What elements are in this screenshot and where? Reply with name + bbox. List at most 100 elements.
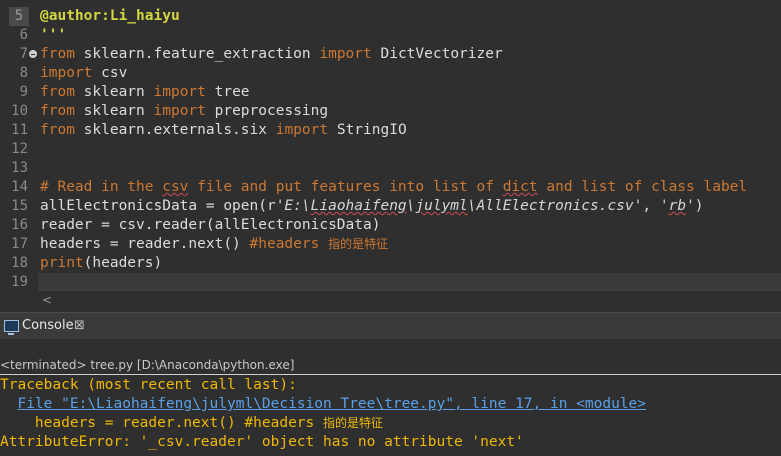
code-token: dict xyxy=(502,179,538,195)
code-token: rb xyxy=(668,198,687,214)
code-token: from xyxy=(40,46,75,62)
code-token: ) xyxy=(694,198,704,214)
horizontal-scrollbar[interactable]: < xyxy=(38,290,781,309)
code-token: file and put features into list of xyxy=(188,179,503,195)
code-line[interactable]: 19 xyxy=(0,273,781,290)
scroll-left-icon[interactable]: < xyxy=(42,291,52,309)
code-text: print(headers) xyxy=(40,254,162,273)
line-number: 10 xyxy=(11,103,28,119)
line-number: 18 xyxy=(11,255,28,271)
code-token: ' xyxy=(659,198,669,214)
code-token: sklearn xyxy=(74,84,154,100)
code-token: # Read in the xyxy=(40,179,163,195)
code-token: import xyxy=(153,84,206,100)
code-line[interactable]: 14 # Read in the csv file and put feature… xyxy=(0,178,781,197)
code-token: print xyxy=(40,255,84,271)
code-token: and list of class label xyxy=(537,179,748,195)
code-token: DictVectorizer xyxy=(371,46,503,62)
code-line[interactable]: 9 from sklearn import tree xyxy=(0,83,781,102)
line-number: 19 xyxy=(11,274,28,290)
code-token: , xyxy=(642,198,660,214)
code-token: julyml xyxy=(415,198,468,214)
line-number: 17 xyxy=(11,236,28,252)
line-number: 16 xyxy=(11,217,28,233)
console-text: 指的是特征 xyxy=(323,416,384,430)
code-text: from sklearn.feature_extraction import D… xyxy=(40,45,503,64)
code-token: sklearn.externals.six xyxy=(74,122,276,138)
code-line[interactable]: 8 import csv xyxy=(0,64,781,83)
code-token: from xyxy=(40,84,75,100)
code-line[interactable]: 5 @author:Li_haiyu xyxy=(0,7,781,26)
code-text: from sklearn.externals.six import String… xyxy=(40,121,407,140)
code-text: from sklearn import tree xyxy=(40,83,250,102)
fold-toggle-icon[interactable] xyxy=(29,50,37,58)
line-number: 8 xyxy=(19,65,28,81)
console-line: headers = reader.next() #headers 指的是特征 xyxy=(0,414,781,433)
code-line[interactable]: 6 ''' xyxy=(0,26,781,45)
code-text: # Read in the csv file and put features … xyxy=(40,178,747,197)
code-line[interactable]: 13 xyxy=(0,159,781,178)
code-token: import xyxy=(40,65,93,81)
line-number: 14 xyxy=(11,179,28,195)
console-icon xyxy=(4,320,19,335)
line-number: 5 xyxy=(9,7,29,26)
code-line[interactable]: 7 from sklearn.feature_extraction import … xyxy=(0,45,781,64)
code-token: 指的是特征 xyxy=(328,237,389,251)
code-line[interactable]: 15 allElectronicsData = open(r'E:\Liaohai… xyxy=(0,197,781,216)
line-number: 12 xyxy=(11,141,28,157)
code-line[interactable]: 11 from sklearn.externals.six import Stri… xyxy=(0,121,781,140)
code-text: reader = csv.reader(allElectronicsData) xyxy=(40,216,380,235)
line-number: 7 xyxy=(19,46,28,62)
console-line: Traceback (most recent call last): xyxy=(0,376,781,395)
code-line[interactable]: 10 from sklearn import preprocessing xyxy=(0,102,781,121)
code-token: sklearn.feature_extraction xyxy=(74,46,320,62)
code-editor[interactable]: 5 @author:Li_haiyu 6 ''' 7 from sklearn.featu… xyxy=(0,0,781,290)
code-line[interactable]: 17 headers = reader.next() #headers 指的是特征 xyxy=(0,235,781,254)
terminated-status: <terminated> tree.py [D:\Anaconda\python… xyxy=(0,357,781,375)
console-tab-bar: Console ⊠ xyxy=(0,312,781,339)
console-text: Traceback (most recent call last): xyxy=(0,377,297,393)
line-number: 13 xyxy=(11,160,28,176)
code-line[interactable]: 18 print(headers) xyxy=(0,254,781,273)
close-icon[interactable]: ⊠ xyxy=(74,313,85,339)
code-token: tree xyxy=(205,84,250,100)
code-token: csv xyxy=(92,65,128,81)
code-text: @author:Li_haiyu xyxy=(40,7,180,26)
console-toolbar-area xyxy=(0,339,781,357)
code-line[interactable]: 16 reader = csv.reader(allElectronicsData… xyxy=(0,216,781,235)
code-token: preprocessing xyxy=(205,103,329,119)
code-token: StringIO xyxy=(328,122,407,138)
line-number: 15 xyxy=(11,198,28,214)
line-number: 11 xyxy=(11,122,28,138)
code-text: headers = reader.next() #headers 指的是特征 xyxy=(40,235,388,254)
code-line[interactable]: 12 xyxy=(0,140,781,159)
line-number: 9 xyxy=(19,84,28,100)
code-text: import csv xyxy=(40,64,127,83)
code-token: ' xyxy=(686,198,695,214)
code-token: from xyxy=(40,122,75,138)
console-line: File "E:\Liaohaifeng\julyml\Decision Tre… xyxy=(0,395,781,414)
code-token: headers = reader.next() xyxy=(40,236,250,252)
code-token: #headers xyxy=(249,236,329,252)
console-text: AttributeError: '_csv.reader' object has… xyxy=(0,434,524,450)
code-token: 'E:\ xyxy=(275,198,311,214)
console-line: AttributeError: '_csv.reader' object has… xyxy=(0,433,781,452)
code-token: import xyxy=(275,122,329,138)
code-token: reader = csv.reader(allElectronicsData) xyxy=(40,217,381,233)
code-token: import xyxy=(153,103,206,119)
code-token: from xyxy=(40,103,75,119)
code-text: allElectronicsData = open(r'E:\Liaohaife… xyxy=(40,197,704,216)
console-tab-label[interactable]: Console xyxy=(22,313,74,339)
code-token: import xyxy=(319,46,372,62)
traceback-file-link[interactable]: File "E:\Liaohaifeng\julyml\Decision Tre… xyxy=(17,396,646,412)
code-token: csv xyxy=(162,179,189,195)
line-number: 6 xyxy=(19,27,28,43)
code-token: (headers) xyxy=(83,255,163,271)
code-text: ''' xyxy=(40,26,66,45)
code-text: from sklearn import preprocessing xyxy=(40,102,328,121)
code-token: @author:Li_haiyu xyxy=(40,8,180,24)
code-token: \AllElectronics.csv' xyxy=(467,198,643,214)
code-token: allElectronicsData = open(r xyxy=(40,198,276,214)
console-text: headers = reader.next() #headers xyxy=(0,415,324,431)
